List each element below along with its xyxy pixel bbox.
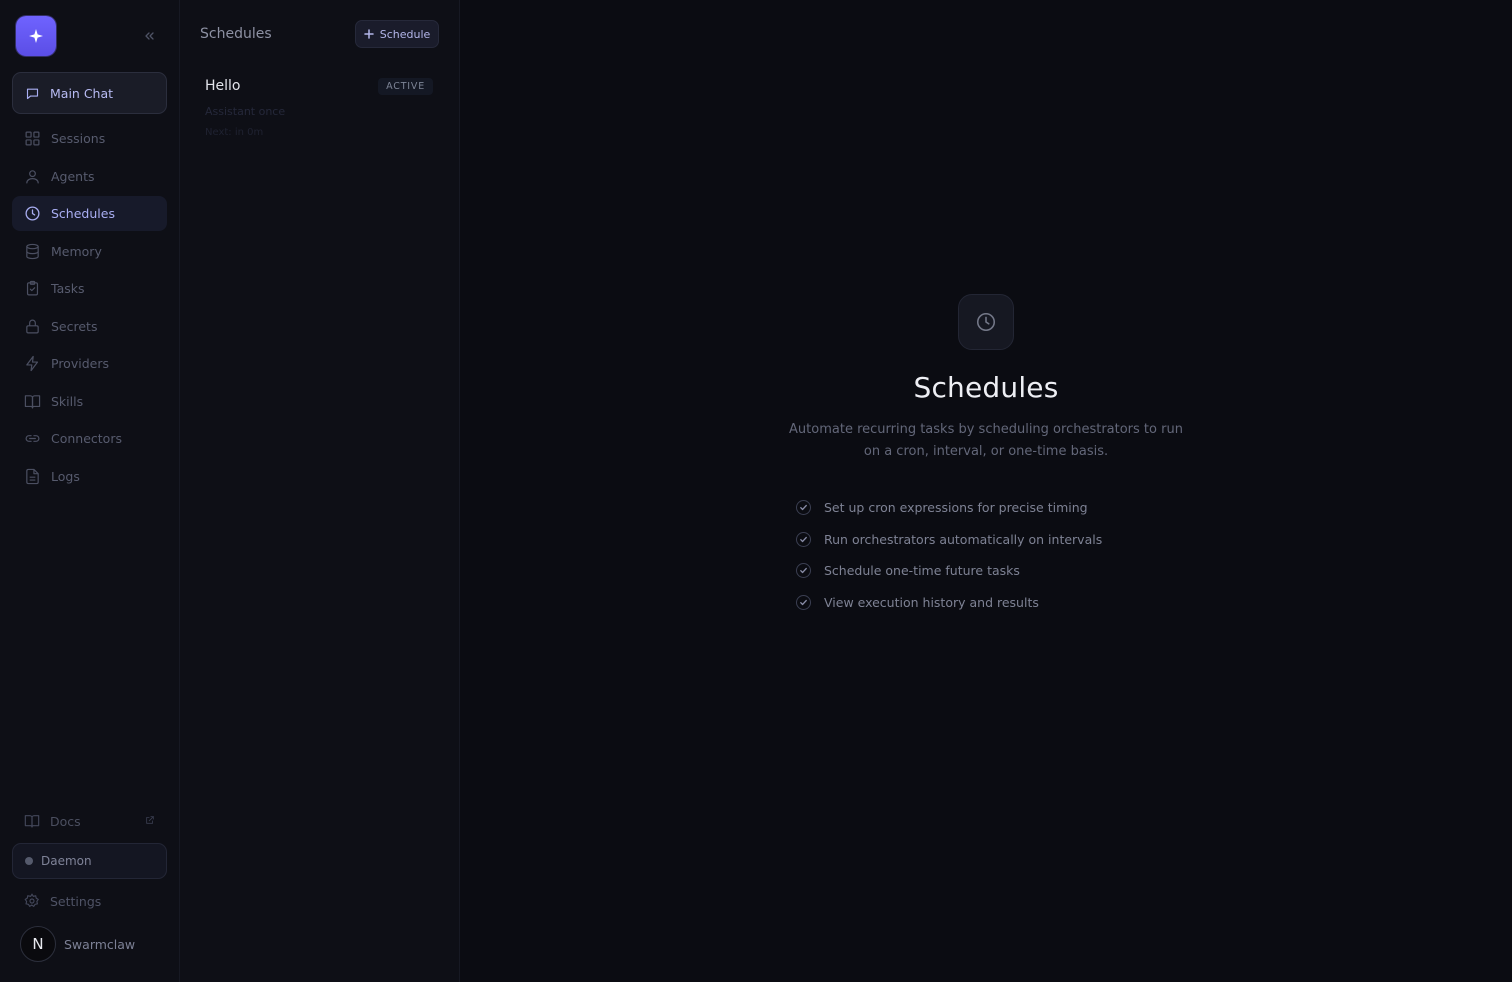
sidebar-nav: Main Chat Sessions Agents Schedules Memo… — [0, 0, 180, 982]
feature-text: Set up cron expressions for precise timi… — [824, 500, 1088, 516]
page-title: Schedules — [913, 371, 1059, 404]
sidebar-item-label: Tasks — [51, 281, 85, 296]
gear-icon — [24, 893, 39, 908]
sidebar-item-connectors[interactable]: Connectors — [12, 421, 167, 456]
list-item: Run orchestrators automatically on inter… — [796, 524, 1216, 556]
list-item: Schedule one-time future tasks — [796, 555, 1216, 587]
main-content: Schedules Automate recurring tasks by sc… — [460, 0, 1512, 982]
sidebar-item-label: Sessions — [51, 131, 106, 146]
docs-label: Docs — [50, 813, 81, 829]
external-link-icon — [146, 816, 154, 824]
check-circle-icon — [796, 531, 811, 547]
book-icon — [24, 394, 41, 408]
feature-text: Schedule one-time future tasks — [824, 563, 1020, 579]
sidebar-item-label: Agents — [51, 168, 95, 184]
plus-icon — [363, 29, 374, 39]
check-circle-icon — [796, 500, 811, 516]
sidebar-item-logs[interactable]: Logs — [12, 459, 167, 494]
feature-text: Run orchestrators automatically on inter… — [824, 531, 1103, 547]
app-logo[interactable] — [16, 16, 56, 56]
grid-icon — [25, 131, 40, 146]
user-icon — [26, 169, 39, 183]
status-dot — [25, 857, 33, 865]
schedule-next-run: Next: in 0m — [205, 127, 264, 138]
sparkle-icon — [29, 29, 43, 43]
bolt-icon — [26, 355, 39, 372]
sidebar-item-schedules[interactable]: Schedules — [12, 196, 167, 231]
collapse-sidebar-button[interactable] — [140, 27, 158, 45]
check-circle-icon — [796, 595, 811, 611]
sidebar-item-skills[interactable]: Skills — [12, 384, 167, 419]
sidebar-item-memory[interactable]: Memory — [12, 234, 167, 269]
list-item[interactable]: Hello ACTIVE Assistant once Next: in 0m — [205, 76, 435, 146]
daemon-status[interactable]: Daemon — [12, 843, 167, 879]
schedules-list-panel: Schedules Schedule Hello ACTIVE Assistan… — [180, 0, 460, 982]
clock-icon — [25, 206, 40, 221]
sidebar-item-label: Logs — [51, 468, 80, 484]
sidebar-item-label: Skills — [51, 393, 84, 409]
main-chat-label: Main Chat — [50, 85, 114, 101]
check-circle-icon — [796, 563, 811, 579]
sidebar-item-providers[interactable]: Providers — [12, 346, 167, 381]
page-description: Automate recurring tasks by scheduling o… — [789, 422, 1183, 459]
clock-icon — [976, 312, 996, 332]
daemon-label: Daemon — [41, 854, 92, 868]
sidebar-item-label: Secrets — [51, 318, 98, 334]
link-icon — [25, 435, 40, 442]
user-profile[interactable]: N Swarmclaw — [20, 925, 135, 963]
clipboard-icon — [26, 280, 39, 296]
add-schedule-label: Schedule — [379, 27, 431, 41]
settings-button[interactable]: Settings — [12, 887, 167, 915]
document-icon — [26, 468, 39, 484]
schedule-name: Hello — [205, 78, 241, 94]
main-chat-button[interactable]: Main Chat — [12, 72, 167, 114]
lock-icon — [26, 319, 39, 333]
list-item: View execution history and results — [796, 587, 1216, 619]
sidebar-item-label: Connectors — [51, 431, 122, 446]
book-icon — [24, 815, 40, 828]
sidebar-item-label: Providers — [51, 356, 109, 371]
sidebar-item-sessions[interactable]: Sessions — [12, 121, 167, 156]
sidebar-item-label: Schedules — [51, 206, 115, 221]
list-title: Schedules — [200, 26, 272, 42]
sidebar-item-secrets[interactable]: Secrets — [12, 309, 167, 344]
chevrons-left-icon — [145, 32, 154, 40]
sidebar-item-tasks[interactable]: Tasks — [12, 271, 167, 306]
nav-list: Sessions Agents Schedules Memory Tasks S… — [12, 121, 167, 496]
hero-icon-tile — [958, 294, 1014, 350]
sidebar-item-agents[interactable]: Agents — [12, 159, 167, 194]
docs-link[interactable]: Docs — [12, 807, 167, 835]
status-badge: ACTIVE — [378, 78, 433, 95]
list-item: Set up cron expressions for precise timi… — [796, 492, 1216, 524]
chat-icon — [26, 88, 39, 99]
sidebar-item-label: Memory — [51, 243, 102, 259]
user-name: Swarmclaw — [64, 936, 136, 952]
schedule-meta: Assistant once — [205, 105, 286, 118]
database-icon — [26, 243, 39, 259]
avatar: N — [20, 926, 56, 962]
feature-text: View execution history and results — [824, 595, 1039, 611]
add-schedule-button[interactable]: Schedule — [355, 20, 439, 48]
settings-label: Settings — [50, 893, 102, 909]
feature-list: Set up cron expressions for precise timi… — [796, 492, 1216, 618]
